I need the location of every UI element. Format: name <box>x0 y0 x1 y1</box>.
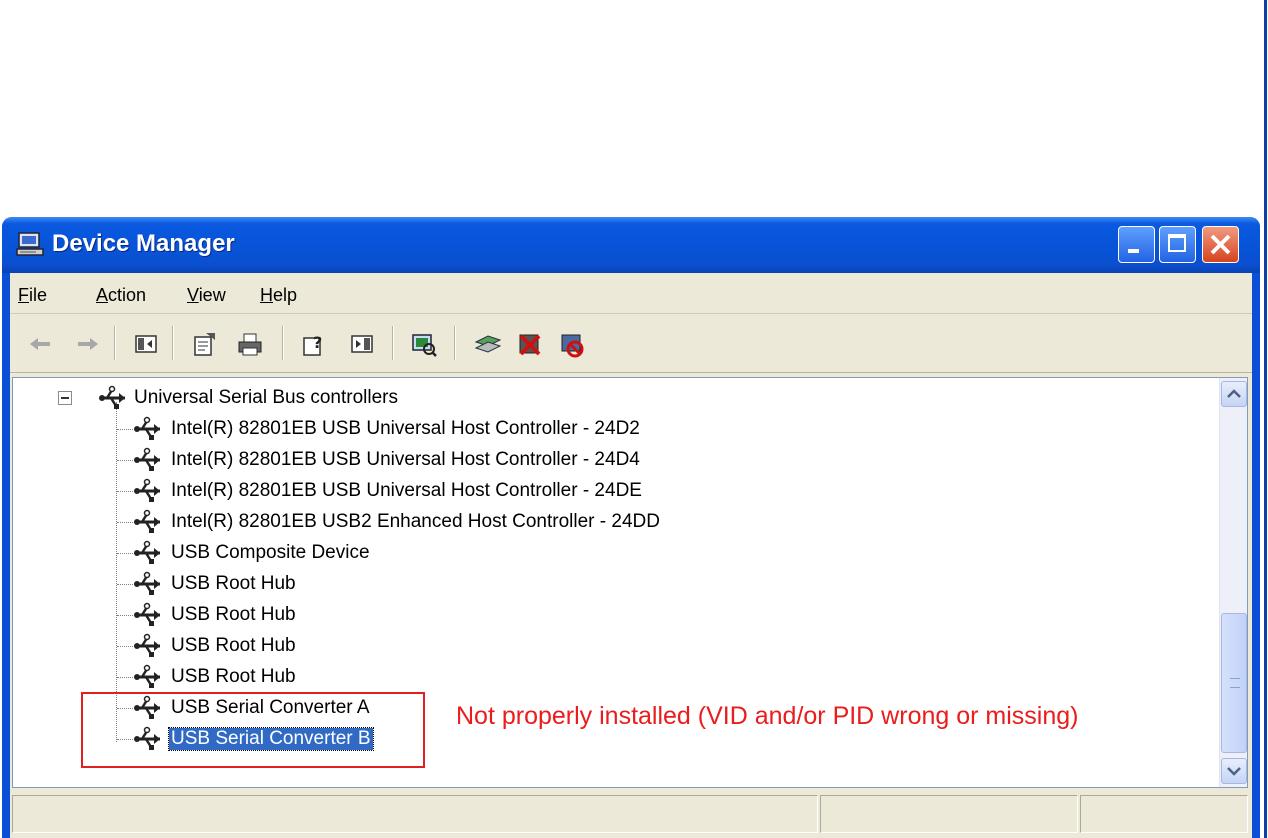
update-driver-icon[interactable] <box>474 330 502 358</box>
svg-text:?: ? <box>313 333 322 352</box>
tree-guide-line <box>117 677 133 678</box>
chevron-down-icon <box>1227 767 1241 776</box>
tree-node-label: USB Root Hub <box>171 604 296 625</box>
show-hide-action-pane-icon[interactable] <box>348 330 376 358</box>
tree-guide-line <box>117 553 133 554</box>
tree-node-device[interactable]: USB Composite Device <box>133 539 753 567</box>
usb-icon <box>134 664 160 688</box>
chevron-up-icon <box>1227 389 1241 398</box>
window-title: Device Manager <box>52 230 235 257</box>
menu-help[interactable]: Help <box>260 285 297 306</box>
status-cell-secondary <box>820 795 1078 833</box>
vertical-scrollbar[interactable] <box>1219 378 1247 787</box>
annotation-text: Not properly installed (VID and/or PID w… <box>456 702 1079 730</box>
tree-node-label: Intel(R) 82801EB USB Universal Host Cont… <box>171 449 640 470</box>
tree-node-label: USB Root Hub <box>171 635 296 656</box>
tree-node-label: USB Root Hub <box>171 573 296 594</box>
show-hide-console-tree-icon[interactable] <box>132 330 160 358</box>
tree-guide-line <box>117 615 133 616</box>
usb-icon <box>134 602 160 626</box>
tree-node-device[interactable]: USB Root Hub <box>133 663 753 691</box>
tree-guide-line <box>117 646 133 647</box>
tree-guide-line <box>117 584 133 585</box>
tree-guide-line <box>116 402 117 742</box>
annotation-highlight-box <box>81 692 425 768</box>
back-arrow-icon[interactable] <box>26 330 54 358</box>
tree-node-label: Intel(R) 82801EB USB Universal Host Cont… <box>171 480 642 501</box>
tree-guide-line <box>117 429 133 430</box>
scroll-down-button[interactable] <box>1221 758 1247 784</box>
background-edge-line <box>1264 0 1267 838</box>
menu-view[interactable]: View <box>187 285 226 306</box>
properties-icon[interactable] <box>190 330 218 358</box>
usb-icon <box>134 540 160 564</box>
scroll-up-button[interactable] <box>1221 381 1247 407</box>
usb-icon <box>134 509 160 533</box>
toolbar-separator <box>454 326 456 360</box>
status-cell-main <box>12 795 818 833</box>
tree-guide-line <box>117 522 133 523</box>
usb-icon <box>134 478 160 502</box>
toolbar: ? <box>10 314 1252 373</box>
print-icon[interactable] <box>236 330 264 358</box>
tree-node-label: Intel(R) 82801EB USB2 Enhanced Host Cont… <box>171 511 660 532</box>
computer-icon <box>16 232 44 256</box>
toolbar-separator <box>172 326 174 360</box>
tree-node-device[interactable]: USB Root Hub <box>133 601 753 629</box>
forward-arrow-icon[interactable] <box>74 330 102 358</box>
tree-node-device[interactable]: Intel(R) 82801EB USB Universal Host Cont… <box>133 477 753 505</box>
close-button[interactable] <box>1202 226 1239 263</box>
tree-node-label: Intel(R) 82801EB USB Universal Host Cont… <box>171 418 640 439</box>
usb-icon <box>134 416 160 440</box>
tree-node-label: USB Composite Device <box>171 542 370 563</box>
toolbar-separator <box>114 326 116 360</box>
status-bar <box>10 791 1252 838</box>
help-icon[interactable]: ? <box>300 330 328 358</box>
scroll-grip <box>1230 678 1240 688</box>
menu-bar: File Action View Help <box>10 273 1252 314</box>
tree-node-device[interactable]: Intel(R) 82801EB USB Universal Host Cont… <box>133 446 753 474</box>
scroll-thumb[interactable] <box>1221 613 1247 753</box>
minimize-button[interactable] <box>1118 226 1155 263</box>
tree-guide-line <box>117 460 133 461</box>
title-bar[interactable]: Device Manager <box>2 217 1260 273</box>
usb-icon <box>134 447 160 471</box>
tree-guide-line <box>117 491 133 492</box>
tree-node-label: Universal Serial Bus controllers <box>134 387 398 408</box>
toolbar-separator <box>282 326 284 360</box>
close-icon <box>1210 234 1231 255</box>
tree-node-device[interactable]: Intel(R) 82801EB USB2 Enhanced Host Cont… <box>133 508 753 536</box>
uninstall-icon[interactable] <box>516 330 544 358</box>
menu-action[interactable]: Action <box>96 285 146 306</box>
tree-node-device[interactable]: Intel(R) 82801EB USB Universal Host Cont… <box>133 415 753 443</box>
tree-node-device[interactable]: USB Root Hub <box>133 570 753 598</box>
menu-file[interactable]: File <box>18 285 47 306</box>
collapse-toggle[interactable] <box>58 391 72 405</box>
toolbar-separator <box>392 326 394 360</box>
tree-node-label: USB Root Hub <box>171 666 296 687</box>
usb-icon <box>99 385 125 409</box>
tree-node-universal-serial-bus-controllers[interactable]: Universal Serial Bus controllers <box>58 384 558 412</box>
scan-hardware-icon[interactable] <box>410 330 438 358</box>
usb-icon <box>134 633 160 657</box>
tree-node-device[interactable]: USB Root Hub <box>133 632 753 660</box>
status-cell-tertiary <box>1080 795 1248 833</box>
maximize-button[interactable] <box>1159 226 1196 263</box>
disable-icon[interactable] <box>558 330 586 358</box>
usb-icon <box>134 571 160 595</box>
